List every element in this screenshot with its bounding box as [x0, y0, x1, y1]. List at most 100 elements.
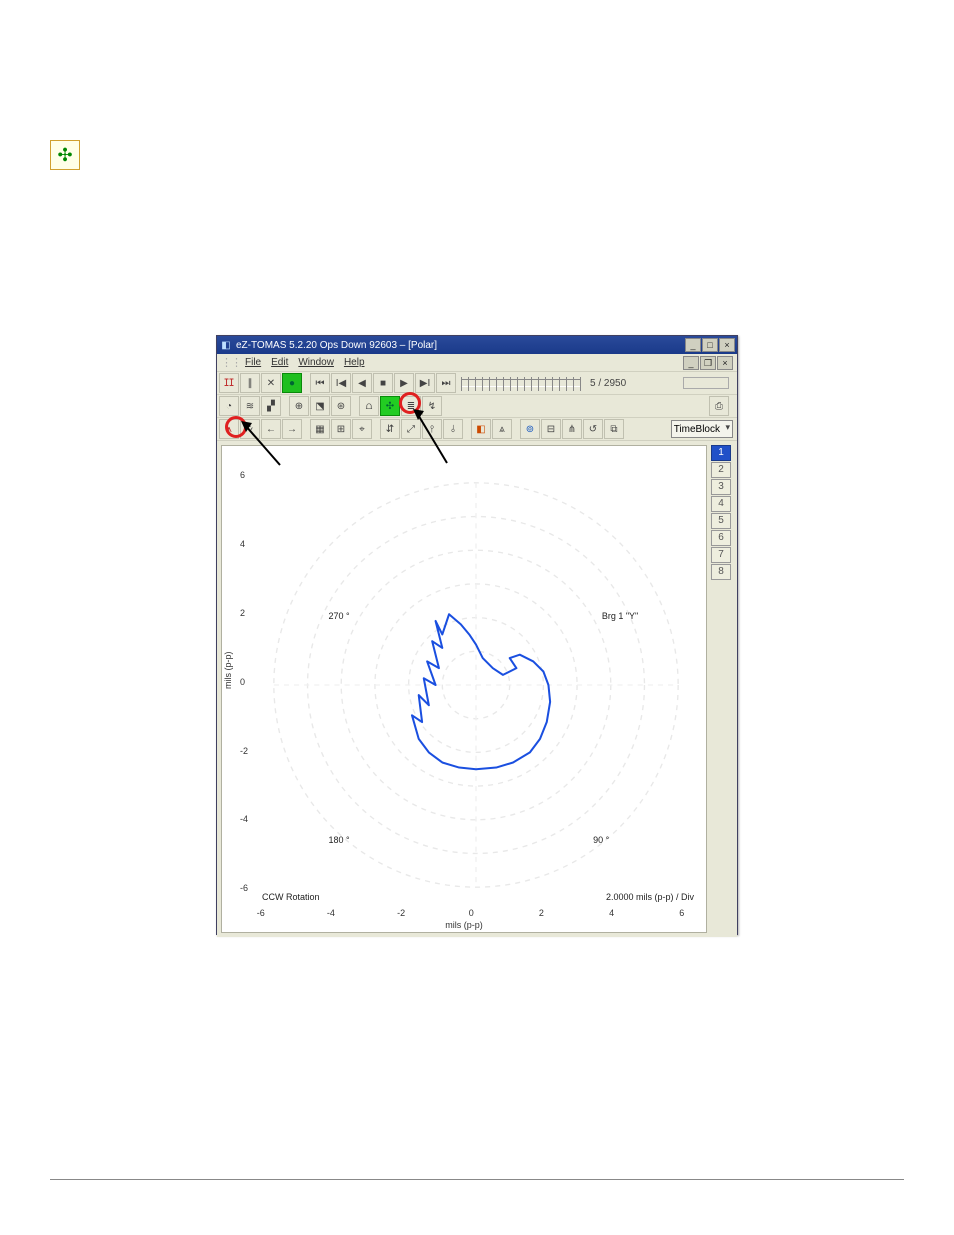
- link-button[interactable]: ⧉: [604, 419, 624, 439]
- pause-button[interactable]: ∥: [240, 373, 260, 393]
- x-tick: 4: [609, 908, 614, 918]
- color-button[interactable]: ◧: [471, 419, 491, 439]
- last-button[interactable]: ⏭: [436, 373, 456, 393]
- spread-button[interactable]: ⋔: [562, 419, 582, 439]
- center-line-display-button[interactable]: ⊛: [331, 396, 351, 416]
- cancel-button[interactable]: ✕: [261, 373, 281, 393]
- display-type-toolbar: ◔ ≋ ▞ ⊕ ⬔ ⊛ ⩍ ✣ ≣ ↯ ⎙: [217, 395, 737, 418]
- window-title: eZ-TOMAS 5.2.20 Ops Down 92603 – [Polar]: [233, 340, 685, 351]
- bode-display-button[interactable]: ⩍: [359, 396, 379, 416]
- rotation-note: CCW Rotation: [262, 892, 320, 902]
- cursor-button[interactable]: ⌖: [352, 419, 372, 439]
- peak-button[interactable]: ⩚: [219, 419, 239, 439]
- menu-help[interactable]: Help: [344, 357, 365, 368]
- angle-label-270: 270 °: [328, 611, 349, 621]
- channel-rail-8[interactable]: 8: [711, 564, 731, 580]
- x-tick: -6: [257, 908, 265, 918]
- first-button[interactable]: ⏮: [310, 373, 330, 393]
- tach-button[interactable]: ⊚: [520, 419, 540, 439]
- polar-plot-icon: ✣: [50, 140, 80, 170]
- y-tick: 0: [240, 677, 245, 687]
- x-tick: 0: [469, 908, 474, 918]
- levels-button[interactable]: ⵊⵊ: [219, 373, 239, 393]
- zoom-indicator: [683, 377, 729, 389]
- playback-slider[interactable]: [461, 379, 581, 387]
- app-window: ◧ eZ-TOMAS 5.2.20 Ops Down 92603 – [Pola…: [216, 335, 738, 935]
- angle-label-90: 90 °: [593, 835, 609, 845]
- prev-chan-button[interactable]: ←: [261, 419, 281, 439]
- y-tick: -4: [240, 814, 248, 824]
- shaft-display-button[interactable]: ↯: [422, 396, 442, 416]
- channel-rail-5[interactable]: 5: [711, 513, 731, 529]
- titlebar: ◧ eZ-TOMAS 5.2.20 Ops Down 92603 – [Pola…: [217, 336, 737, 354]
- align-button[interactable]: ⊟: [541, 419, 561, 439]
- play-back-button[interactable]: ◀: [352, 373, 372, 393]
- menu-window[interactable]: Window: [298, 357, 334, 368]
- orbit-display-button[interactable]: ⊕: [289, 396, 309, 416]
- record-button[interactable]: ●: [282, 373, 302, 393]
- channel-rail-1[interactable]: 1: [711, 445, 731, 461]
- data-source-combo[interactable]: TimeBlock: [671, 420, 733, 438]
- close-button[interactable]: ×: [719, 338, 735, 352]
- angle-label-180: 180 °: [328, 835, 349, 845]
- polar-canvas: [254, 466, 698, 904]
- y-axis-label: mils (p-p): [223, 652, 233, 690]
- filter1-button[interactable]: ⫯: [422, 419, 442, 439]
- snapshot-button[interactable]: ⎙: [709, 396, 729, 416]
- scale-button[interactable]: ⇵: [380, 419, 400, 439]
- marker-button[interactable]: ⊞: [331, 419, 351, 439]
- menu-file[interactable]: File: [245, 357, 261, 368]
- x-tick: 2: [539, 908, 544, 918]
- autoscale-button[interactable]: ⤢: [401, 419, 421, 439]
- reset-button[interactable]: ↺: [583, 419, 603, 439]
- menu-edit[interactable]: Edit: [271, 357, 288, 368]
- time-display-button[interactable]: ≋: [240, 396, 260, 416]
- plot-area[interactable]: mils (p-p) mils (p-p) 6 4 2 0 -2 -4 -6 -6 -4 -2 0…: [221, 445, 707, 933]
- mdi-close-button[interactable]: ×: [717, 356, 733, 370]
- polar-display-button[interactable]: ✣: [380, 396, 400, 416]
- spectrum-display-button[interactable]: ▞: [261, 396, 281, 416]
- y-tick: -6: [240, 883, 248, 893]
- scale-note: 2.0000 mils (p-p) / Div: [606, 892, 694, 902]
- y-tick: 6: [240, 470, 245, 480]
- playback-toolbar: ⵊⵊ ∥ ✕ ● ⏮ I◀ ◀ ■ ▶ ▶I ⏭ 5 / 2950: [217, 372, 737, 395]
- overlay-button[interactable]: ⩒: [240, 419, 260, 439]
- next-chan-button[interactable]: →: [282, 419, 302, 439]
- grip-icon: ⋮⋮: [221, 356, 241, 369]
- y-tick: 4: [240, 539, 245, 549]
- x-tick: -2: [397, 908, 405, 918]
- x-axis-label: mils (p-p): [445, 920, 483, 930]
- channel-rail: 12345678: [711, 445, 733, 580]
- peak-pick-button[interactable]: ⩓: [492, 419, 512, 439]
- stop-button[interactable]: ■: [373, 373, 393, 393]
- mdi-restore-button[interactable]: ❐: [700, 356, 716, 370]
- x-tick: -4: [327, 908, 335, 918]
- trend-display-button[interactable]: ⬔: [310, 396, 330, 416]
- channel-rail-7[interactable]: 7: [711, 547, 731, 563]
- playback-readout: 5 / 2950: [590, 378, 626, 389]
- mdi-minimize-button[interactable]: _: [683, 356, 699, 370]
- options-toolbar: ⩚ ⩒ ← → ▦ ⊞ ⌖ ⇵ ⤢ ⫯ ⫰ ◧ ⩓ ⊚ ⊟ ⋔ ↺ ⧉ Time…: [217, 418, 737, 441]
- client-area: 12345678 mils (p-p) mils (p-p) 6420-2-4-…: [217, 441, 737, 937]
- filter2-button[interactable]: ⫰: [443, 419, 463, 439]
- step-forward-button[interactable]: ▶I: [415, 373, 435, 393]
- page-footer-rule: [50, 1179, 904, 1180]
- gauge-display-button[interactable]: ◔: [219, 396, 239, 416]
- grid-button[interactable]: ▦: [310, 419, 330, 439]
- x-tick: 6: [679, 908, 684, 918]
- cascade-display-button[interactable]: ≣: [401, 396, 421, 416]
- step-back-button[interactable]: I◀: [331, 373, 351, 393]
- channel-rail-2[interactable]: 2: [711, 462, 731, 478]
- play-forward-button[interactable]: ▶: [394, 373, 414, 393]
- maximize-button[interactable]: □: [702, 338, 718, 352]
- channel-rail-3[interactable]: 3: [711, 479, 731, 495]
- channel-rail-4[interactable]: 4: [711, 496, 731, 512]
- minimize-button[interactable]: _: [685, 338, 701, 352]
- app-icon: ◧: [219, 340, 233, 351]
- channel-rail-6[interactable]: 6: [711, 530, 731, 546]
- menubar: ⋮⋮ File Edit Window Help _ ❐ ×: [217, 354, 737, 372]
- y-tick: 2: [240, 608, 245, 618]
- channel-label: Brg 1 "Y": [602, 611, 638, 621]
- y-tick: -2: [240, 746, 248, 756]
- data-source-value: TimeBlock: [674, 424, 720, 435]
